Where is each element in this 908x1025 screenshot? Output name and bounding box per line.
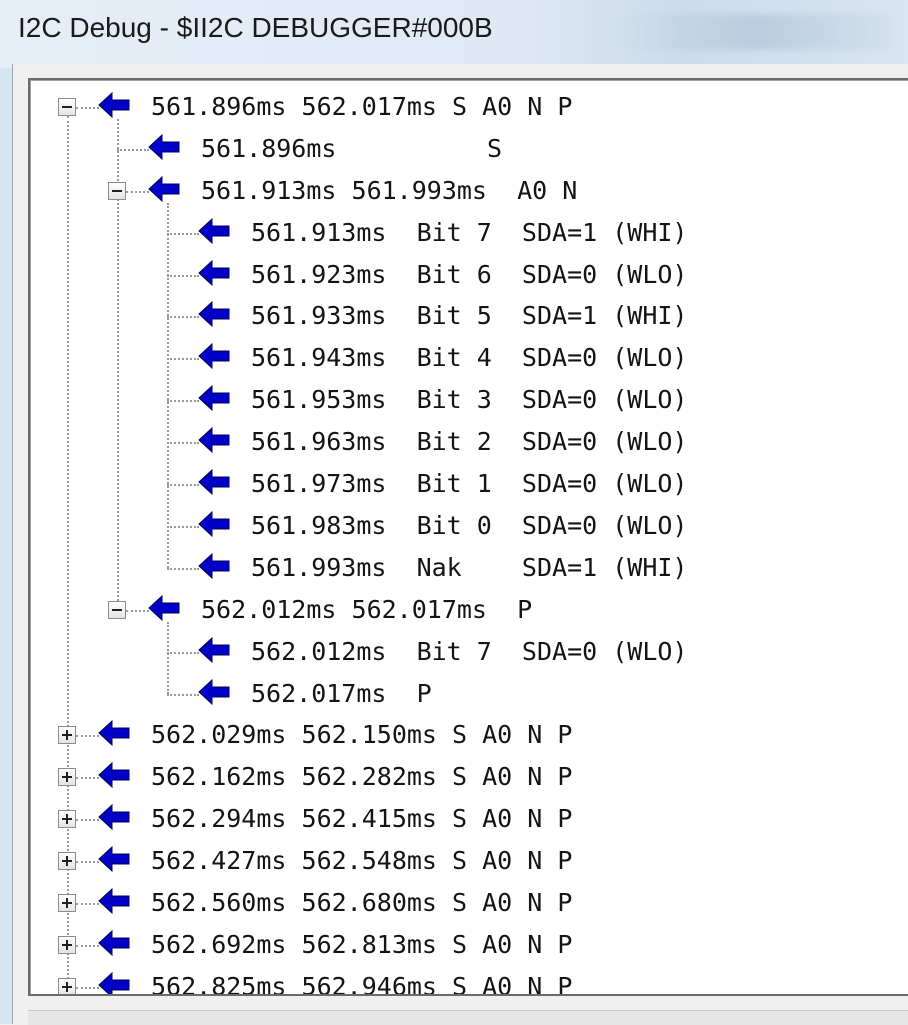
minus-box-icon[interactable]: [58, 97, 76, 116]
tree-line-branch: [76, 735, 99, 738]
tree-row-label: 562.427ms 562.548ms S A0 N P: [151, 846, 573, 876]
tree-line-branch: [76, 819, 99, 822]
tree-row-label: 562.017ms P: [251, 678, 432, 708]
tree-canvas: 561.896ms 562.017ms S A0 N P 561.896ms S 5…: [30, 80, 908, 994]
tree-row-label: 562.012ms 562.017ms P: [201, 594, 533, 624]
tree-line-branch: [167, 232, 199, 235]
plus-box-icon[interactable]: [58, 852, 76, 871]
left-arrow-icon: [97, 971, 131, 994]
tree-line-branch: [76, 777, 99, 780]
transaction-tree[interactable]: 561.896ms 562.017ms S A0 N P 561.896ms S 5…: [28, 78, 908, 996]
tree-line-branch: [76, 903, 99, 906]
tree-row-label: 561.953ms Bit 3 SDA=0 (WLO): [251, 385, 688, 415]
tree-line-branch: [117, 148, 149, 151]
tree-row-label: 561.963ms Bit 2 SDA=0 (WLO): [251, 427, 688, 457]
tree-row-label: 562.029ms 562.150ms S A0 N P: [151, 720, 573, 750]
tree-row-label: 561.983ms Bit 0 SDA=0 (WLO): [251, 510, 688, 540]
tree-row-label: 561.923ms Bit 6 SDA=0 (WLO): [251, 259, 688, 289]
left-arrow-icon: [197, 552, 231, 580]
tree-line-branch: [167, 651, 199, 654]
left-arrow-icon: [147, 175, 181, 203]
tree-row-label: 561.913ms Bit 7 SDA=1 (WHI): [251, 217, 688, 247]
tree-line-branch: [126, 190, 149, 193]
left-arrow-icon: [97, 91, 131, 119]
minus-box-icon[interactable]: [108, 181, 126, 200]
tree-row-label: 561.993ms Nak SDA=1 (WHI): [251, 552, 688, 582]
tree-line-branch: [167, 316, 199, 319]
tree-row[interactable]: [31, 673, 871, 715]
tree-row-label: 561.896ms 562.017ms S A0 N P: [151, 91, 573, 121]
left-arrow-icon: [97, 761, 131, 789]
horizontal-scrollbar[interactable]: [28, 1010, 908, 1025]
tree-row-label: 561.973ms Bit 1 SDA=0 (WLO): [251, 469, 688, 499]
title-bar-glass: [620, 14, 890, 50]
tree-line-branch: [167, 525, 199, 528]
left-arrow-icon: [97, 845, 131, 873]
plus-box-icon[interactable]: [58, 768, 76, 787]
tree-row-label: 561.913ms 561.993ms A0 N: [201, 175, 578, 205]
minus-box-icon[interactable]: [108, 600, 126, 619]
tree-line-branch: [167, 358, 199, 361]
left-arrow-icon: [147, 133, 181, 161]
tree-row-label: 561.896ms S: [201, 133, 503, 163]
plus-box-icon[interactable]: [58, 810, 76, 829]
left-arrow-icon: [97, 803, 131, 831]
plus-box-icon[interactable]: [58, 935, 76, 954]
tree-line-branch: [167, 400, 199, 403]
tree-row-label: 561.943ms Bit 4 SDA=0 (WLO): [251, 343, 688, 373]
window-title: I2C Debug - $II2C DEBUGGER#000B: [18, 12, 493, 43]
tree-row-label: 562.692ms 562.813ms S A0 N P: [151, 929, 573, 959]
left-arrow-icon: [197, 342, 231, 370]
left-arrow-icon: [197, 510, 231, 538]
tree-line-branch: [76, 106, 99, 109]
plus-box-icon[interactable]: [58, 977, 76, 994]
left-arrow-icon: [197, 217, 231, 245]
left-arrow-icon: [197, 426, 231, 454]
plus-box-icon[interactable]: [58, 726, 76, 745]
left-arrow-icon: [197, 636, 231, 664]
tree-line-branch: [167, 484, 199, 487]
tree-row-label: 561.933ms Bit 5 SDA=1 (WHI): [251, 301, 688, 331]
plus-box-icon[interactable]: [58, 894, 76, 913]
tree-line-branch: [126, 609, 149, 612]
tree-line-branch: [167, 567, 199, 570]
left-arrow-icon: [197, 468, 231, 496]
tree-line-branch: [167, 693, 199, 696]
tree-row-label: 562.825ms 562.946ms S A0 N P: [151, 971, 573, 996]
tree-row-label: 562.294ms 562.415ms S A0 N P: [151, 804, 573, 834]
left-arrow-icon: [97, 719, 131, 747]
tree-row-label: 562.012ms Bit 7 SDA=0 (WLO): [251, 636, 688, 666]
left-arrow-icon: [147, 594, 181, 622]
i2c-debug-window: I2C Debug - $II2C DEBUGGER#000B 561.896m…: [0, 0, 908, 1025]
title-bar[interactable]: I2C Debug - $II2C DEBUGGER#000B: [0, 0, 908, 68]
left-arrow-icon: [197, 678, 231, 706]
tree-line-branch: [76, 861, 99, 864]
tree-row-label: 562.560ms 562.680ms S A0 N P: [151, 888, 573, 918]
tree-line-branch: [167, 274, 199, 277]
tree-line-branch: [76, 986, 99, 989]
left-arrow-icon: [197, 300, 231, 328]
left-arrow-icon: [197, 259, 231, 287]
left-arrow-icon: [97, 929, 131, 957]
left-arrow-icon: [197, 384, 231, 412]
left-arrow-icon: [97, 887, 131, 915]
tree-line-branch: [167, 442, 199, 445]
tree-line-branch: [76, 944, 99, 947]
tree-row-label: 562.162ms 562.282ms S A0 N P: [151, 762, 573, 792]
